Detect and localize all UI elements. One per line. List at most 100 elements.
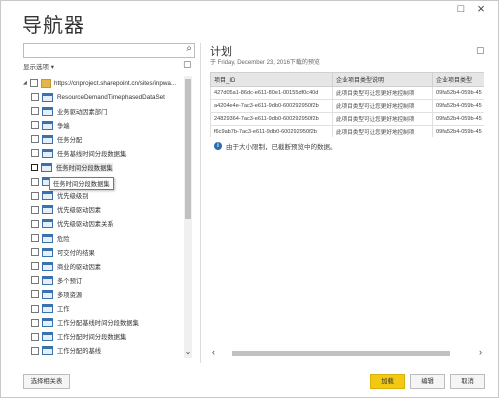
scrollbar-thumb[interactable] [185,79,191,219]
tree-item[interactable]: 工作分配的基线 [31,344,101,358]
table-row: a4204e4e-7ac3-e611-9db0-600292950f2b 此项目类… [210,99,484,113]
tree-item[interactable]: 争端 [31,118,70,132]
tree-item[interactable]: 多个预订 [31,273,82,287]
item-checkbox[interactable] [31,205,39,214]
search-input[interactable]: ⌕ [23,43,195,58]
expand-icon[interactable]: ◢ [23,80,28,86]
tree-item-label: 任务基线时间分段数据集 [57,150,127,158]
tree-item[interactable]: 业务驱动因素部门 [31,104,107,118]
table-icon [42,261,53,271]
tree-item[interactable]: 任务基线时间分段数据集 [31,146,126,160]
item-checkbox[interactable] [31,332,39,341]
table-cell: 09fa52b4-059b-45 [432,99,484,113]
item-checkbox[interactable] [31,262,39,271]
table-cell: 24829364-7ac3-e611-9db0-600292950f2b [210,112,333,126]
table-row: 427d05a1-86dc-e611-80e1-00155df0c40d 此项目类… [210,86,484,100]
item-checkbox[interactable] [31,121,39,130]
hscroll-thumb[interactable] [232,351,450,356]
window-title: 导航器 [22,15,85,37]
item-checkbox[interactable] [31,234,39,242]
chevron-left-icon[interactable]: ‹ [212,347,215,357]
table-cell: 此项目类型可让您更好地控制项 [332,112,433,126]
column-header[interactable]: 企业项目类型说明 [332,72,433,87]
tree-item-label: 业务驱动因素部门 [57,108,108,116]
column-header[interactable]: 项目_ID [210,72,333,87]
tree-item-label: 优先级驱动因素关系 [57,221,114,229]
tree-item-label: 商业的驱动因素 [57,263,102,271]
truncation-text: 由于大小限制，已截断预览中的数据。 [226,144,337,151]
tree-scrollbar[interactable]: ⌄ [184,76,192,358]
tree-root-label: https://cnproject.sharepoint.cn/sites/in… [54,79,177,87]
tree-root[interactable]: ◢ https://cnproject.sharepoint.cn/sites/… [23,76,176,90]
tree-item[interactable]: 多项资源 [31,287,82,301]
item-checkbox[interactable] [31,346,39,355]
cancel-button[interactable]: 取消 [450,374,485,389]
tree-item-label: 危险 [57,235,70,243]
tree-item[interactable]: 商业的驱动因素 [31,259,101,273]
item-checkbox[interactable] [31,191,39,200]
tree-item[interactable]: 工作 [31,302,70,316]
tree-item-label: 工作分配基线时间分段数据集 [57,320,139,328]
tree-item[interactable]: 任务分配 [31,132,82,146]
tree-item[interactable]: 优先级驱动因素关系 [31,217,114,231]
load-button[interactable]: 加载 [370,374,405,389]
tree-item[interactable]: 危险 [31,231,70,245]
item-checkbox[interactable] [31,164,38,171]
column-header[interactable]: 企业项目类型 [432,72,484,87]
item-checkbox[interactable] [31,149,39,158]
tree-item[interactable]: 优先级驱动因素 [31,203,101,217]
tree-item-label: 工作分配的基线 [57,348,102,356]
export-icon[interactable]: ▢ [476,45,485,56]
chevron-down-icon[interactable]: ⌄ [184,347,192,356]
table-icon [42,106,53,116]
item-checkbox[interactable] [31,304,39,313]
preview-subtitle: 于 Friday, December 23, 2016下载的预览 [210,60,320,66]
tree-item[interactable]: ResourceDemandTimephasedDataSet [31,90,165,104]
item-checkbox[interactable] [31,248,39,257]
item-checkbox[interactable] [31,93,39,101]
table-row: f6c9ab7b-7ac3-e611-9db0-600292950f2b 此项目类… [210,125,484,137]
panel-divider [200,43,201,363]
table-icon [42,191,53,201]
table-icon [42,346,53,356]
tree-item-label: 多项资源 [57,291,83,299]
tree-item[interactable]: 工作分配时间分段数据集 [31,330,126,344]
maximize-icon[interactable]: □ [454,3,468,15]
table-icon [41,163,52,172]
edit-button[interactable]: 编辑 [410,374,445,389]
tree-item[interactable]: 工作分配基线时间分段数据集 [31,316,139,330]
close-icon[interactable]: × [474,1,488,16]
table-icon [42,233,53,243]
tooltip: 任务时间分段数据集 [49,177,114,190]
display-options-dropdown[interactable]: 显示选项 ▾ [23,61,54,71]
tree-item[interactable]: 可交付的结果 [31,245,95,259]
item-checkbox[interactable] [31,177,39,186]
table-cell: 09fa52b4-059b-45 [432,86,484,100]
item-checkbox[interactable] [31,135,39,144]
table-icon [42,289,53,299]
tree-item-label: ResourceDemandTimephasedDataSet [57,93,165,101]
root-checkbox[interactable] [30,79,38,87]
horizontal-scrollbar[interactable]: ‹ › [210,347,484,358]
tree-item[interactable]: 任务时间分段数据集 [31,161,113,175]
navigator-tree: ◢ https://cnproject.sharepoint.cn/sites/… [23,76,183,360]
select-related-button[interactable]: 选择相关表 [23,374,70,389]
item-checkbox[interactable] [31,290,39,299]
table-icon [42,92,53,102]
refresh-icon[interactable]: ▢ [183,59,192,70]
chevron-right-icon[interactable]: › [479,347,482,357]
navigator-window: 导航器 □ × ⌕ 显示选项 ▾ ▢ ◢ https://cnproject.s… [0,0,499,398]
search-icon[interactable]: ⌕ [186,43,192,54]
tree-item-label: 工作 [57,306,70,313]
item-checkbox[interactable] [31,107,39,116]
tree-item[interactable]: 优先级级别 [31,189,88,203]
table-cell: 此项目类型可让您更好地控制项 [332,125,433,137]
item-checkbox[interactable] [31,276,39,285]
item-checkbox[interactable] [31,318,39,327]
table-icon [42,332,53,342]
item-checkbox[interactable] [31,219,39,228]
preview-table: 项目_ID 企业项目类型说明 企业项目类型 427d05a1-86dc-e611-8… [210,72,484,137]
table-icon [42,120,53,130]
tree-item-label: 多个预订 [57,277,83,285]
table-icon [42,205,53,215]
